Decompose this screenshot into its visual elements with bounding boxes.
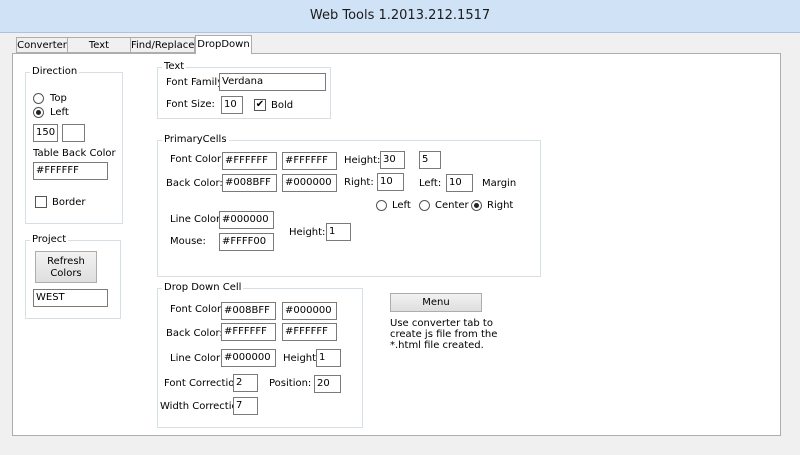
primary-back-color-label: Back Color: <box>166 178 223 189</box>
dd-back-color-1-input[interactable]: #FFFFFF <box>221 323 276 341</box>
border-label: Border <box>52 197 86 208</box>
primary-line-height-label: Height: <box>289 227 326 238</box>
font-size-label: Font Size: <box>166 99 215 110</box>
text-legend: Text <box>164 61 185 72</box>
primary-back-color-2-input[interactable]: #000000 <box>282 174 337 192</box>
tab-find-replace[interactable]: Find/Replace <box>130 37 195 53</box>
primary-height-label: Height: <box>344 155 381 166</box>
direction-left-radio[interactable] <box>33 107 44 118</box>
primary-right-label: Right: <box>344 177 374 188</box>
align-right-radio[interactable] <box>471 200 482 211</box>
dd-position-input[interactable]: 20 <box>314 375 341 393</box>
table-back-color-label: Table Back Color <box>33 148 116 159</box>
primary-left-label: Left: <box>419 178 442 189</box>
direction-left-label: Left <box>50 107 69 118</box>
menu-button[interactable]: Menu <box>390 293 482 312</box>
tab-dropdown[interactable]: DropDown <box>195 35 252 54</box>
refresh-colors-label-line2: Colors <box>50 268 82 279</box>
primary-font-color-2-input[interactable]: #FFFFFF <box>282 152 337 170</box>
align-left-label: Left <box>392 200 411 211</box>
tab-converter[interactable]: Converter <box>16 37 68 53</box>
refresh-colors-button[interactable]: Refresh Colors <box>35 251 97 283</box>
font-family-input[interactable]: Verdana <box>219 73 326 91</box>
primary-line-height-input[interactable]: 1 <box>326 223 351 241</box>
refresh-colors-label-line1: Refresh <box>47 256 85 267</box>
primary-line-color-label: Line Color: <box>170 214 224 225</box>
primary-left-input[interactable]: 10 <box>446 174 473 192</box>
menu-hint-line3: *.html file created. <box>390 340 484 351</box>
font-family-label: Font Family: <box>166 77 226 88</box>
dd-back-color-2-input[interactable]: #FFFFFF <box>282 323 337 341</box>
primary-line-color-input[interactable]: #000000 <box>219 211 274 229</box>
bold-label: Bold <box>271 100 294 111</box>
font-size-input[interactable]: 10 <box>221 96 243 114</box>
dd-font-color-label: Font Color: <box>170 304 225 315</box>
border-checkbox[interactable] <box>35 196 47 208</box>
direction-value1-input[interactable]: 150 <box>33 124 58 142</box>
project-name-input[interactable]: WEST <box>33 289 108 307</box>
bold-checkbox[interactable]: ✔ <box>254 99 266 111</box>
align-left-radio[interactable] <box>376 200 387 211</box>
tab-text-convert[interactable]: Text Convert <box>67 37 131 67</box>
direction-value2-input[interactable] <box>62 124 85 142</box>
project-legend: Project <box>32 234 67 245</box>
dd-position-label: Position: <box>269 378 312 389</box>
dd-font-color-2-input[interactable]: #000000 <box>282 302 337 320</box>
primary-height-input[interactable]: 30 <box>380 151 405 169</box>
dd-line-color-input[interactable]: #000000 <box>221 349 276 367</box>
primary-cells-legend: PrimaryCells <box>164 134 227 145</box>
primary-font-color-1-input[interactable]: #FFFFFF <box>222 152 277 170</box>
dd-font-color-1-input[interactable]: #008BFF <box>221 302 276 320</box>
direction-top-label: Top <box>50 93 67 104</box>
dd-height-input[interactable]: 1 <box>316 349 341 367</box>
primary-font-color-label: Font Color: <box>170 154 225 165</box>
dd-line-color-label: Line Color: <box>170 353 224 364</box>
primary-margin-label: Margin <box>482 178 517 189</box>
drop-down-cell-legend: Drop Down Cell <box>164 282 242 293</box>
table-back-color-input[interactable]: #FFFFFF <box>33 162 108 180</box>
primary-mouse-label: Mouse: <box>170 236 206 247</box>
primary-back-color-1-input[interactable]: #008BFF <box>222 174 277 192</box>
align-center-label: Center <box>435 200 469 211</box>
primary-right-input[interactable]: 10 <box>377 173 404 191</box>
direction-top-radio[interactable] <box>33 93 44 104</box>
direction-legend: Direction <box>32 66 78 77</box>
primary-height-extra-input[interactable]: 5 <box>419 151 441 169</box>
primary-mouse-input[interactable]: #FFFF00 <box>219 233 274 251</box>
window-title: Web Tools 1.2013.212.1517 <box>309 8 491 23</box>
dd-font-correction-input[interactable]: 2 <box>233 374 258 392</box>
dd-back-color-label: Back Color: <box>166 328 223 339</box>
check-icon: ✔ <box>255 99 265 110</box>
dd-width-correction-input[interactable]: 7 <box>233 397 258 415</box>
dd-height-label: Height: <box>283 353 320 364</box>
align-right-label: Right <box>487 200 514 211</box>
align-center-radio[interactable] <box>419 200 430 211</box>
